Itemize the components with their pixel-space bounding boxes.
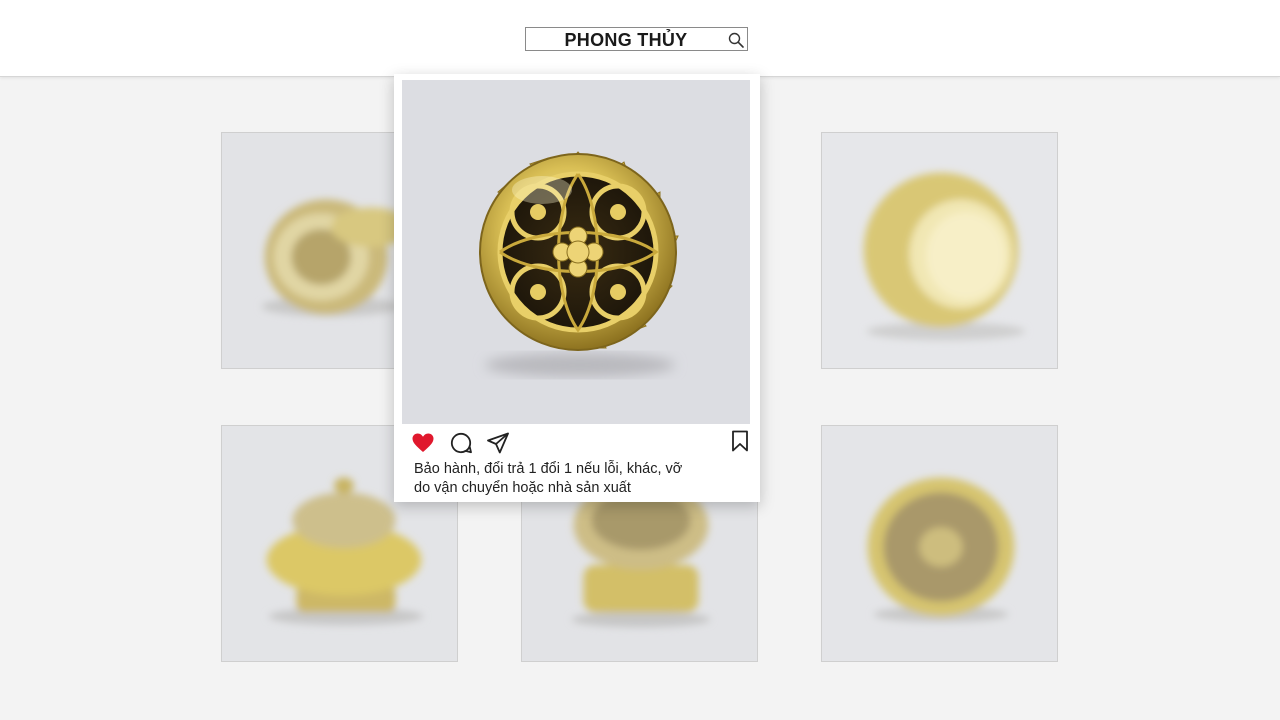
bookmark-icon[interactable]	[728, 429, 752, 453]
caption-line: do vận chuyển hoặc nhà sản xuất	[414, 480, 631, 496]
search-icon[interactable]	[727, 31, 745, 49]
top-bar: PHONG THỦY	[0, 0, 1280, 77]
post-card[interactable]: Bảo hành, đổi trả 1 đổi 1 nếu lỗi, khác,…	[394, 74, 760, 502]
search-text: PHONG THỦY	[564, 30, 688, 50]
tile-lotus-censer-base[interactable]	[821, 132, 1058, 369]
censer-image	[402, 80, 750, 424]
search-box[interactable]: PHONG THỦY	[525, 27, 748, 51]
comment-icon[interactable]	[449, 431, 473, 455]
tile-lotus-censer-lid[interactable]	[821, 425, 1058, 662]
post-photo	[402, 80, 750, 424]
share-icon[interactable]	[486, 431, 510, 455]
censer-image	[822, 426, 1057, 661]
heart-icon[interactable]	[411, 431, 435, 455]
caption-line: Bảo hành, đổi trả 1 đổi 1 nếu lỗi, khác,…	[414, 461, 683, 477]
post-caption: Bảo hành, đổi trả 1 đổi 1 nếu lỗi, khác,…	[414, 460, 744, 498]
censer-image	[822, 133, 1057, 368]
post-actions	[394, 428, 760, 454]
